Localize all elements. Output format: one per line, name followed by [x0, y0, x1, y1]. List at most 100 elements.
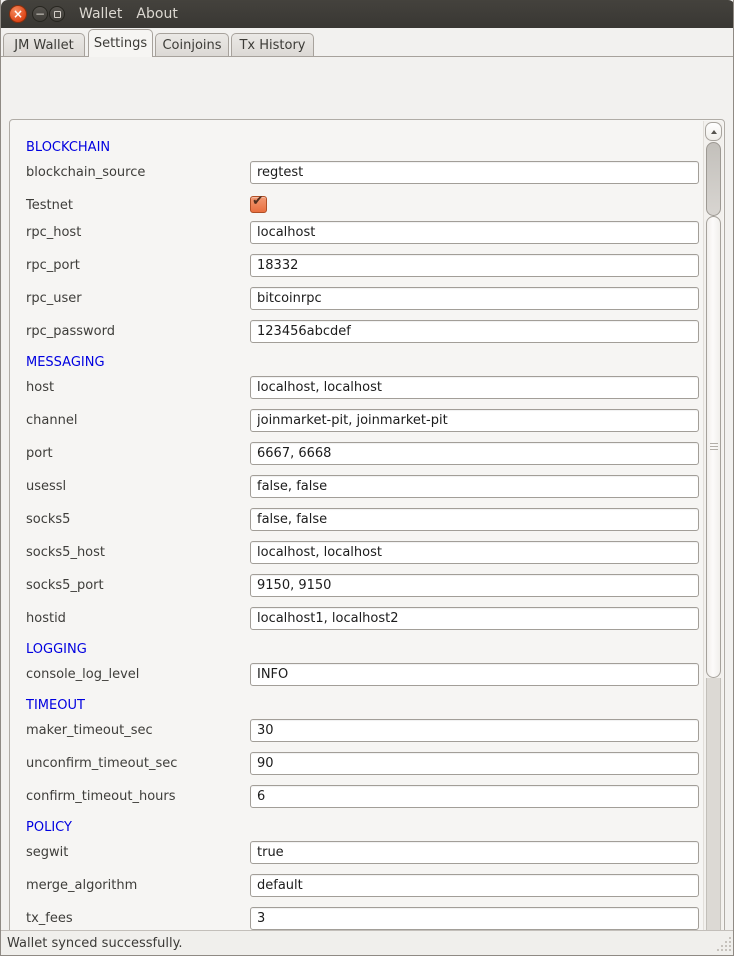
setting-input-maker_timeout_sec[interactable] — [250, 719, 699, 742]
scroll-up-button[interactable] — [705, 122, 722, 141]
app-window: × − Wallet About JM Wallet Settings Coin… — [0, 0, 734, 956]
tab-bar: JM Wallet Settings Coinjoins Tx History — [1, 28, 734, 57]
menubar: Wallet About — [79, 0, 178, 28]
close-icon: × — [13, 8, 23, 20]
setting-label: hostid — [26, 607, 250, 630]
setting-input-rpc_host[interactable] — [250, 221, 699, 244]
settings-row: socks5_port — [26, 574, 704, 607]
setting-label: merge_algorithm — [26, 874, 250, 897]
tab-coinjoins[interactable]: Coinjoins — [155, 33, 229, 57]
settings-row: Testnet✔ — [26, 194, 704, 221]
settings-rows: BLOCKCHAIN blockchain_source Testnet✔rpc_h… — [10, 120, 704, 956]
settings-row: console_log_level — [26, 663, 704, 696]
tab-tx-history[interactable]: Tx History — [231, 33, 314, 57]
setting-label: channel — [26, 409, 250, 432]
resize-grip-icon[interactable] — [717, 937, 731, 951]
setting-label: blockchain_source — [26, 161, 250, 184]
setting-label: socks5_host — [26, 541, 250, 564]
setting-input-tx_fees[interactable] — [250, 907, 699, 930]
settings-row: MESSAGING — [26, 353, 704, 376]
setting-input-host[interactable] — [250, 376, 699, 399]
settings-row: host — [26, 376, 704, 409]
section-header-blockchain: BLOCKCHAIN — [26, 138, 110, 157]
settings-scroll-area: BLOCKCHAIN blockchain_source Testnet✔rpc_h… — [9, 119, 725, 956]
setting-input-rpc_user[interactable] — [250, 287, 699, 310]
settings-row: merge_algorithm — [26, 874, 704, 907]
scrollbar-thumb[interactable] — [706, 216, 721, 678]
settings-row: rpc_port — [26, 254, 704, 287]
setting-label: rpc_host — [26, 221, 250, 244]
setting-input-socks5_port[interactable] — [250, 574, 699, 597]
setting-label: socks5 — [26, 508, 250, 531]
testnet-checkbox[interactable]: ✔ — [250, 196, 267, 213]
setting-input-socks5[interactable] — [250, 508, 699, 531]
tab-settings[interactable]: Settings — [88, 29, 153, 57]
settings-row: rpc_user — [26, 287, 704, 320]
setting-label: console_log_level — [26, 663, 250, 686]
setting-input-unconfirm_timeout_sec[interactable] — [250, 752, 699, 775]
settings-row: usessl — [26, 475, 704, 508]
vertical-scrollbar[interactable] — [703, 121, 723, 956]
settings-row: channel — [26, 409, 704, 442]
settings-row: unconfirm_timeout_sec — [26, 752, 704, 785]
setting-input-hostid[interactable] — [250, 607, 699, 630]
status-bar: Wallet synced successfully. — [1, 930, 734, 955]
settings-row: TIMEOUT — [26, 696, 704, 719]
menu-about[interactable]: About — [136, 6, 177, 22]
settings-row: segwit — [26, 841, 704, 874]
minimize-icon: − — [35, 8, 45, 20]
setting-input-merge_algorithm[interactable] — [250, 874, 699, 897]
setting-label: maker_timeout_sec — [26, 719, 250, 742]
settings-row: confirm_timeout_hours — [26, 785, 704, 818]
setting-input-port[interactable] — [250, 442, 699, 465]
settings-row: rpc_host — [26, 221, 704, 254]
scroll-up-icon — [711, 130, 717, 134]
section-header-logging: LOGGING — [26, 640, 87, 659]
settings-row: socks5_host — [26, 541, 704, 574]
titlebar: × − Wallet About — [1, 0, 734, 28]
settings-row: socks5 — [26, 508, 704, 541]
settings-row: LOGGING — [26, 640, 704, 663]
setting-input-channel[interactable] — [250, 409, 699, 432]
setting-input-usessl[interactable] — [250, 475, 699, 498]
settings-row: rpc_password — [26, 320, 704, 353]
checkmark-icon: ✔ — [252, 193, 264, 209]
settings-pane: BLOCKCHAIN blockchain_source Testnet✔rpc_h… — [1, 57, 734, 931]
menu-wallet[interactable]: Wallet — [79, 6, 122, 22]
settings-row: maker_timeout_sec — [26, 719, 704, 752]
setting-input-rpc_port[interactable] — [250, 254, 699, 277]
setting-input-blockchain_source[interactable] — [250, 161, 699, 184]
setting-label: unconfirm_timeout_sec — [26, 752, 250, 775]
setting-label: segwit — [26, 841, 250, 864]
scrollbar-upper-trough[interactable] — [706, 142, 721, 216]
setting-label: tx_fees — [26, 907, 250, 930]
setting-label: socks5_port — [26, 574, 250, 597]
setting-label: rpc_password — [26, 320, 250, 343]
maximize-icon — [54, 11, 61, 18]
section-header-policy: POLICY — [26, 818, 72, 837]
scrollbar-lower-trough[interactable] — [706, 678, 721, 948]
setting-input-segwit[interactable] — [250, 841, 699, 864]
setting-input-rpc_password[interactable] — [250, 320, 699, 343]
setting-label: Testnet — [26, 194, 250, 217]
setting-input-socks5_host[interactable] — [250, 541, 699, 564]
setting-label: usessl — [26, 475, 250, 498]
settings-row: BLOCKCHAIN — [26, 138, 704, 161]
setting-label: rpc_user — [26, 287, 250, 310]
tab-jm-wallet[interactable]: JM Wallet — [3, 33, 85, 57]
settings-row: POLICY — [26, 818, 704, 841]
setting-label: confirm_timeout_hours — [26, 785, 250, 808]
settings-row: blockchain_source — [26, 161, 704, 194]
setting-label: host — [26, 376, 250, 399]
close-button[interactable]: × — [9, 5, 27, 23]
minimize-button[interactable]: − — [32, 6, 48, 22]
setting-label: rpc_port — [26, 254, 250, 277]
settings-row: port — [26, 442, 704, 475]
section-header-messaging: MESSAGING — [26, 353, 105, 372]
setting-input-confirm_timeout_hours[interactable] — [250, 785, 699, 808]
setting-input-console_log_level[interactable] — [250, 663, 699, 686]
maximize-button[interactable] — [49, 6, 65, 22]
settings-row: hostid — [26, 607, 704, 640]
setting-label: port — [26, 442, 250, 465]
status-message: Wallet synced successfully. — [7, 936, 183, 951]
